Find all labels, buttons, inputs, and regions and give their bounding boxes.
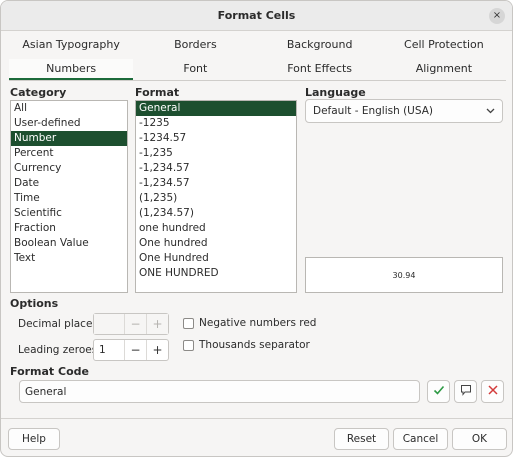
category-label: Category [10,86,67,99]
leading-zeroes-increment-button[interactable]: + [146,340,168,360]
language-value: Default - English (USA) [313,105,434,117]
confirm-format-code-button[interactable] [427,380,450,403]
category-item-percent[interactable]: Percent [11,146,127,161]
tab-font[interactable]: Font [133,59,257,80]
category-item-fraction[interactable]: Fraction [11,221,127,236]
cancel-button[interactable]: Cancel [393,428,448,450]
reset-button[interactable]: Reset [334,428,389,450]
format-cells-dialog: Format Cells × Asian Typography Borders … [0,0,513,457]
category-item-all[interactable]: All [11,101,127,116]
language-dropdown[interactable]: Default - English (USA) [305,99,503,123]
thousands-separator-checkbox[interactable]: Thousands separator [183,339,310,351]
close-icon: × [492,10,502,21]
ok-button[interactable]: OK [452,428,507,450]
category-item-number[interactable]: Number [11,131,127,146]
options-label: Options [10,297,59,310]
check-icon [433,384,445,399]
format-item[interactable]: ONE HUNDRED [136,266,296,281]
preview-value: 30.94 [392,270,416,280]
delete-icon [487,384,499,399]
category-item-text[interactable]: Text [11,251,127,266]
category-item-scientific[interactable]: Scientific [11,206,127,221]
close-button[interactable]: × [489,8,505,24]
tab-cell-protection[interactable]: Cell Protection [382,35,506,55]
format-item[interactable]: one hundred [136,221,296,236]
tab-asian-typography[interactable]: Asian Typography [9,35,133,55]
negative-numbers-red-label: Negative numbers red [199,317,317,329]
tab-numbers[interactable]: Numbers [9,59,134,80]
decimal-places-increment-button[interactable]: + [146,314,168,334]
format-code-label: Format Code [10,365,89,378]
tab-borders[interactable]: Borders [133,35,257,55]
format-preview: 30.94 [305,257,503,293]
format-item[interactable]: (1,234.57) [136,206,296,221]
decimal-places-stepper[interactable]: − + [93,313,169,335]
format-item[interactable]: -1,234.57 [136,161,296,176]
comment-icon [460,384,472,399]
category-item-date[interactable]: Date [11,176,127,191]
format-item[interactable]: -1,234.57 [136,176,296,191]
title-bar: Format Cells × [1,1,512,31]
format-item[interactable]: -1235 [136,116,296,131]
format-item[interactable]: One Hundred [136,251,296,266]
category-list[interactable]: All User-defined Number Percent Currency… [10,100,128,293]
add-comment-button[interactable] [454,380,477,403]
decimal-places-decrement-button[interactable]: − [124,314,146,334]
tab-font-effects[interactable]: Font Effects [258,59,382,80]
format-item[interactable]: (1,235) [136,191,296,206]
category-item-currency[interactable]: Currency [11,161,127,176]
chevron-down-icon [486,104,495,121]
leading-zeroes-stepper[interactable]: 1 − + [93,339,169,361]
format-item[interactable]: One hundred [136,236,296,251]
category-item-user-defined[interactable]: User-defined [11,116,127,131]
format-code-value: General [25,385,67,398]
decimal-places-field[interactable] [94,314,124,334]
checkbox-box[interactable] [183,339,194,351]
format-label: Format [135,86,180,99]
format-item[interactable]: -1,235 [136,146,296,161]
format-code-input[interactable]: General [19,380,420,403]
delete-format-code-button[interactable] [481,380,504,403]
tab-background[interactable]: Background [258,35,382,55]
negative-numbers-red-checkbox[interactable]: Negative numbers red [183,317,316,329]
decimal-places-label: Decimal places: [18,318,102,330]
category-item-boolean-value[interactable]: Boolean Value [11,236,127,251]
leading-zeroes-field[interactable]: 1 [94,340,124,360]
thousands-separator-label: Thousands separator [199,339,310,351]
format-item[interactable]: -1234.57 [136,131,296,146]
leading-zeroes-label: Leading zeroes: [18,344,101,356]
checkbox-box[interactable] [183,317,194,329]
dialog-title: Format Cells [217,9,296,22]
help-button[interactable]: Help [8,428,60,450]
tab-row-upper: Asian Typography Borders Background Cell… [9,35,506,55]
format-list[interactable]: General -1235 -1234.57 -1,235 -1,234.57 … [135,100,297,293]
format-item-general[interactable]: General [136,101,296,116]
leading-zeroes-decrement-button[interactable]: − [124,340,146,360]
tab-alignment[interactable]: Alignment [382,59,506,80]
category-item-time[interactable]: Time [11,191,127,206]
tab-row-lower: Numbers Font Font Effects Alignment [9,59,506,81]
language-label: Language [305,86,366,99]
